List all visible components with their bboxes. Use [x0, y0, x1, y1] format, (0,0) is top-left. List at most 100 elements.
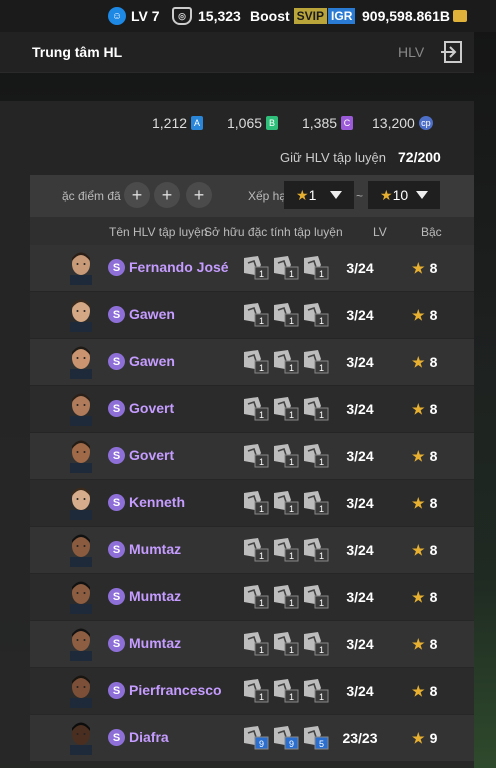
coach-avatar: [70, 487, 92, 520]
col-name[interactable]: Tên HLV tập luyện: [109, 225, 208, 239]
resource-b: 1,065 B: [227, 114, 279, 132]
min-grade-value: 1: [308, 187, 317, 203]
coach-avatar: [70, 628, 92, 661]
coach-grade: ★ 8: [412, 589, 437, 606]
boost-indicator[interactable]: Boost SVIP IGR: [250, 6, 356, 26]
trait-count: 1: [259, 363, 264, 373]
shield-value: 15,323: [198, 8, 241, 24]
trait-count: 9: [289, 739, 294, 749]
trait-icon: 1: [244, 397, 269, 421]
trait-count: 1: [319, 410, 324, 420]
coach-name: Kenneth: [129, 494, 185, 510]
resource-cp-value: 13,200: [372, 115, 415, 131]
coach-grade-value: 8: [429, 495, 438, 511]
coach-avatar: [70, 675, 92, 708]
table-row[interactable]: S Gawen 1 1 1 3/24 ★ 8: [30, 339, 474, 385]
table-row[interactable]: S Kenneth 1 1 1 3/24 ★ 8: [30, 480, 474, 526]
coach-list-panel: 1,212 A 1,065 B 1,385 C 13,200 cp Giữ HL…: [0, 101, 474, 768]
trait-icon: 1: [274, 444, 299, 468]
shield-counter: ◎ 15,323: [172, 6, 241, 26]
coach-level: 3/24: [346, 260, 374, 276]
trait-count: 1: [289, 551, 294, 561]
trait-count: 9: [259, 739, 264, 749]
rank-filter-label: Xếp hạ: [248, 189, 287, 203]
trait-count: 1: [289, 692, 294, 702]
season-badge-icon: S: [108, 588, 125, 605]
table-row[interactable]: S Pierfrancesco 1 1 1 3/24 ★ 8: [30, 668, 474, 714]
coach-name: Gawen: [129, 306, 175, 322]
coach-grade-value: 8: [429, 589, 438, 605]
table-row[interactable]: S Govert 1 1 1 3/24 ★ 8: [30, 433, 474, 479]
boost-label: Boost: [250, 8, 290, 24]
coach-avatar: [70, 346, 92, 379]
coach-level: 3/24: [346, 683, 374, 699]
resource-a-value: 1,212: [152, 115, 188, 131]
coach-name: Mumtaz: [129, 541, 182, 557]
top-status-bar: ☺ LV 7 ◎ 15,323 Boost SVIP IGR 909,598.8…: [0, 0, 496, 32]
svip-badge: SVIP: [293, 8, 328, 24]
coach-grade: ★ 8: [412, 401, 437, 418]
table-row[interactable]: S Diafra 9 9 5 23/23 ★ 9: [30, 715, 474, 761]
page-header: Trung tâm HL HLV: [0, 32, 474, 73]
coach-grade: ★ 8: [412, 683, 437, 700]
exit-icon[interactable]: [440, 39, 466, 65]
trait-count: 1: [289, 316, 294, 326]
coach-grade-value: 8: [429, 307, 438, 323]
trait-count: 1: [319, 692, 324, 702]
add-trait-filter-2[interactable]: +: [154, 182, 180, 208]
trait-count: 5: [319, 739, 324, 749]
trait-count: 1: [259, 269, 264, 279]
level-indicator: ☺ LV 7: [108, 6, 160, 26]
add-trait-filter-3[interactable]: +: [186, 182, 212, 208]
add-trait-filter-1[interactable]: +: [124, 182, 150, 208]
star-icon: ★: [412, 589, 425, 605]
table-row[interactable]: S Mumtaz 1 1 1 3/24 ★ 8: [30, 621, 474, 667]
trait-count: 1: [259, 504, 264, 514]
trait-count: 1: [319, 598, 324, 608]
trait-icon: 1: [304, 397, 329, 421]
col-traits: Sở hữu đặc tính tập luyện: [204, 225, 343, 239]
page-title: Trung tâm HL: [32, 44, 123, 60]
coach-level: 3/24: [346, 307, 374, 323]
coach-grade: ★ 8: [412, 495, 437, 512]
trait-count: 1: [319, 316, 324, 326]
hold-coach-label: Giữ HLV tập luyện: [280, 150, 387, 165]
coach-grade: ★ 8: [412, 354, 437, 371]
trait-icon: 5: [304, 726, 329, 750]
coach-name: Gawen: [129, 353, 175, 369]
trait-icon: 9: [244, 726, 269, 750]
star-icon: ★: [412, 730, 425, 746]
trait-icon: 1: [244, 679, 269, 703]
coach-name: Govert: [129, 447, 175, 463]
trait-icon: 1: [244, 538, 269, 562]
trait-icon: 1: [274, 538, 299, 562]
star-icon: ★: [412, 260, 425, 276]
table-row[interactable]: S Mumtaz 1 1 1 3/24 ★ 8: [30, 527, 474, 573]
coach-grade: ★ 8: [412, 307, 437, 324]
star-icon: ★: [380, 186, 393, 203]
trait-count: 1: [289, 363, 294, 373]
trait-icon: 1: [244, 350, 269, 374]
max-grade-select[interactable]: ★ 10: [368, 181, 440, 209]
table-row[interactable]: S Fernando José 1 1 1 3/24 ★ 8: [30, 245, 474, 291]
table-row[interactable]: S Mumtaz 1 1 1 3/24 ★ 8: [30, 574, 474, 620]
trait-icon: 1: [274, 491, 299, 515]
season-badge-icon: S: [108, 682, 125, 699]
cp-token-icon: cp: [418, 116, 433, 130]
coach-grade-value: 8: [429, 260, 438, 276]
bp-counter: 909,598.861B: [362, 6, 467, 26]
coach-grade: ★ 8: [412, 542, 437, 559]
token-b-icon: B: [266, 116, 279, 130]
col-grade[interactable]: Bậc: [421, 225, 442, 239]
coach-grade: ★ 8: [412, 448, 437, 465]
trait-icon: 1: [244, 491, 269, 515]
table-row[interactable]: S Gawen 1 1 1 3/24 ★ 8: [30, 292, 474, 338]
coach-name: Pierfrancesco: [129, 682, 222, 698]
trait-icon: 1: [244, 585, 269, 609]
table-row[interactable]: S Govert 1 1 1 3/24 ★ 8: [30, 386, 474, 432]
col-lv[interactable]: LV: [373, 225, 387, 239]
trait-icon: 1: [274, 679, 299, 703]
trait-icon: 1: [274, 256, 299, 280]
coach-avatar: [70, 299, 92, 332]
min-grade-select[interactable]: ★ 1: [284, 181, 354, 209]
